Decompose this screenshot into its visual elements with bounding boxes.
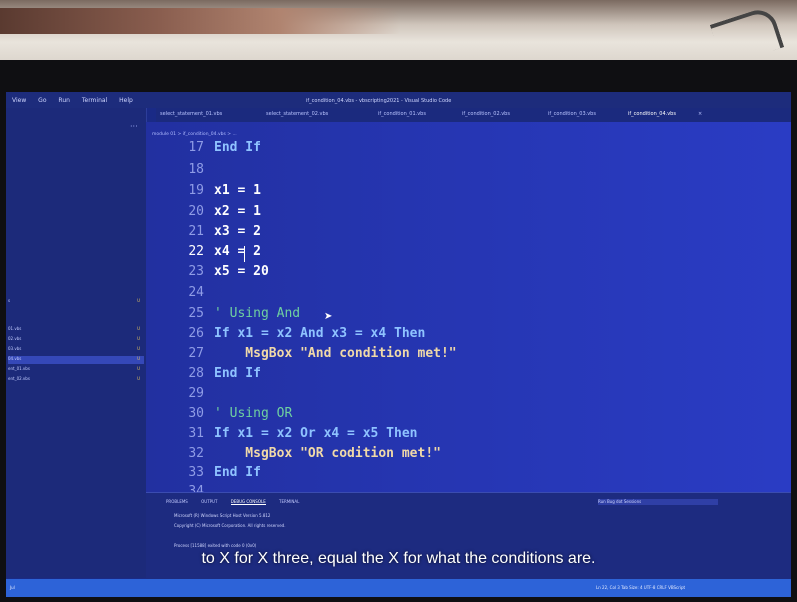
breadcrumb[interactable]: module 01 > if_condition_04.vbs > ... bbox=[152, 132, 237, 137]
status-right[interactable]: Ln 22, Col 3 Tab Size: 4 UTF-8 CRLF VBSc… bbox=[596, 585, 685, 590]
close-icon[interactable]: × bbox=[698, 111, 702, 117]
window-title: if_condition_04.vbs - vbscripting2021 - … bbox=[306, 98, 452, 104]
video-caption: to X for X three, equal the X for what t… bbox=[201, 550, 596, 567]
code-text: If x1 = x2 Or x4 = x5 Then bbox=[214, 426, 418, 441]
line-number: 27 bbox=[188, 346, 204, 361]
line-number: 28 bbox=[188, 366, 204, 381]
git-status-badge: U bbox=[137, 298, 140, 303]
code-text: x3 = 2 bbox=[214, 224, 261, 239]
line-number: 33 bbox=[188, 465, 204, 480]
code-text: x2 = 1 bbox=[214, 204, 261, 219]
title-bar: View Go Run Terminal Help if_condition_0… bbox=[6, 92, 791, 108]
line-number: 26 bbox=[188, 326, 204, 341]
background-lamp bbox=[709, 5, 785, 67]
explorer-file-label: 03.vbs bbox=[8, 346, 22, 351]
console-line: Process [11588] exited with code 0 (0x0) bbox=[174, 543, 257, 548]
explorer-file-item[interactable]: ent_02.vbs U bbox=[8, 376, 144, 384]
explorer-file-label: s bbox=[8, 298, 11, 303]
explorer-file-item[interactable]: 02.vbs U bbox=[8, 336, 144, 344]
console-line: Microsoft (R) Windows Script Host Versio… bbox=[174, 513, 271, 518]
explorer-file-label: ent_02.vbs bbox=[8, 376, 30, 381]
code-text: End If bbox=[214, 366, 261, 381]
mouse-pointer-icon: ➤ bbox=[324, 311, 333, 322]
explorer-more-icon[interactable]: ··· bbox=[130, 122, 138, 131]
explorer-file-label: 01.vbs bbox=[8, 326, 22, 331]
line-number: 19 bbox=[188, 183, 204, 198]
panel-tabs: PROBLEMS OUTPUT DEBUG CONSOLE TERMINAL bbox=[166, 499, 311, 505]
menu-help[interactable]: Help bbox=[119, 97, 133, 104]
code-text: ' Using And bbox=[214, 306, 301, 321]
tab-if-condition-02[interactable]: if_condition_02.vbs bbox=[462, 111, 510, 117]
line-number: 18 bbox=[188, 162, 204, 177]
tab-if-condition-04[interactable]: if_condition_04.vbs bbox=[628, 111, 676, 117]
tab-debug-console[interactable]: DEBUG CONSOLE bbox=[230, 499, 266, 505]
code-text: If x1 = x2 And x3 = x4 Then bbox=[214, 326, 426, 341]
explorer-file-label: 02.vbs bbox=[8, 336, 22, 341]
vscode-window: View Go Run Terminal Help if_condition_0… bbox=[6, 92, 791, 597]
tab-select-statement-02[interactable]: select_statement_02.vbs bbox=[266, 111, 328, 117]
git-status-badge: U bbox=[137, 336, 140, 341]
code-text: End If bbox=[214, 465, 261, 480]
explorer-sidebar: ··· sU 01.vbs U 02.vbs U 03.vbs U 04.vbs U e… bbox=[6, 108, 147, 578]
git-status-badge: U bbox=[137, 346, 140, 351]
console-line: Copyright (C) Microsoft Corporation. All… bbox=[174, 523, 286, 528]
line-number: 21 bbox=[188, 224, 204, 239]
tab-problems[interactable]: PROBLEMS bbox=[166, 499, 188, 504]
line-number: 30 bbox=[188, 406, 204, 421]
code-text: ' Using OR bbox=[214, 406, 293, 421]
status-bar: Jul Ln 22, Col 3 Tab Size: 4 UTF-8 CRLF … bbox=[6, 579, 791, 597]
code-text: x5 = 20 bbox=[214, 264, 269, 279]
menu-run[interactable]: Run bbox=[58, 97, 70, 104]
code-text: x4 = 2 bbox=[214, 244, 261, 259]
menu-bar: View Go Run Terminal Help bbox=[12, 97, 143, 104]
status-left[interactable]: Jul bbox=[10, 585, 15, 590]
explorer-file-item[interactable]: 01.vbs U bbox=[8, 326, 144, 334]
line-number: 24 bbox=[188, 285, 204, 300]
line-number: 17 bbox=[188, 140, 204, 155]
code-text: MsgBox "OR codition met!" bbox=[214, 446, 441, 461]
tab-output[interactable]: OUTPUT bbox=[201, 499, 217, 504]
tab-if-condition-01[interactable]: if_condition_01.vbs bbox=[378, 111, 426, 117]
line-number: 20 bbox=[188, 204, 204, 219]
code-text: x1 = 1 bbox=[214, 183, 261, 198]
explorer-file-item[interactable]: sU bbox=[8, 298, 144, 306]
explorer-file-label: ent_01.vbs bbox=[8, 366, 30, 371]
code-line: 17 End If bbox=[146, 140, 786, 164]
bottom-panel: PROBLEMS OUTPUT DEBUG CONSOLE TERMINAL R… bbox=[146, 492, 791, 583]
line-number: 31 bbox=[188, 426, 204, 441]
line-number: 23 bbox=[188, 264, 204, 279]
background-shelf bbox=[0, 8, 400, 34]
code-editor[interactable]: module 01 > if_condition_04.vbs > ... 17… bbox=[146, 122, 791, 499]
tab-select-statement-01[interactable]: select_statement_01.vbs bbox=[160, 111, 222, 117]
menu-view[interactable]: View bbox=[12, 97, 26, 104]
line-number: 25 bbox=[188, 306, 204, 321]
line-number: 22 bbox=[188, 244, 204, 259]
terminal-selector[interactable]: Run Bug dot Sessions bbox=[598, 499, 718, 505]
menu-go[interactable]: Go bbox=[38, 97, 46, 104]
explorer-file-item[interactable]: ent_01.vbs U bbox=[8, 366, 144, 374]
git-status-badge: U bbox=[137, 326, 140, 331]
code-text: MsgBox "And condition met!" bbox=[214, 346, 457, 361]
explorer-file-item[interactable]: 03.vbs U bbox=[8, 346, 144, 354]
tab-if-condition-03[interactable]: if_condition_03.vbs bbox=[548, 111, 596, 117]
line-number: 32 bbox=[188, 446, 204, 461]
line-number: 29 bbox=[188, 386, 204, 401]
code-text: End If bbox=[214, 140, 261, 155]
explorer-file-label: 04.vbs bbox=[8, 356, 22, 361]
git-status-badge: U bbox=[137, 366, 140, 371]
text-caret bbox=[244, 246, 245, 262]
git-status-badge: U bbox=[137, 376, 140, 381]
tab-terminal[interactable]: TERMINAL bbox=[279, 499, 299, 504]
menu-terminal[interactable]: Terminal bbox=[82, 97, 107, 104]
explorer-file-item-active[interactable]: 04.vbs U bbox=[8, 356, 144, 364]
git-status-badge: U bbox=[137, 356, 140, 361]
